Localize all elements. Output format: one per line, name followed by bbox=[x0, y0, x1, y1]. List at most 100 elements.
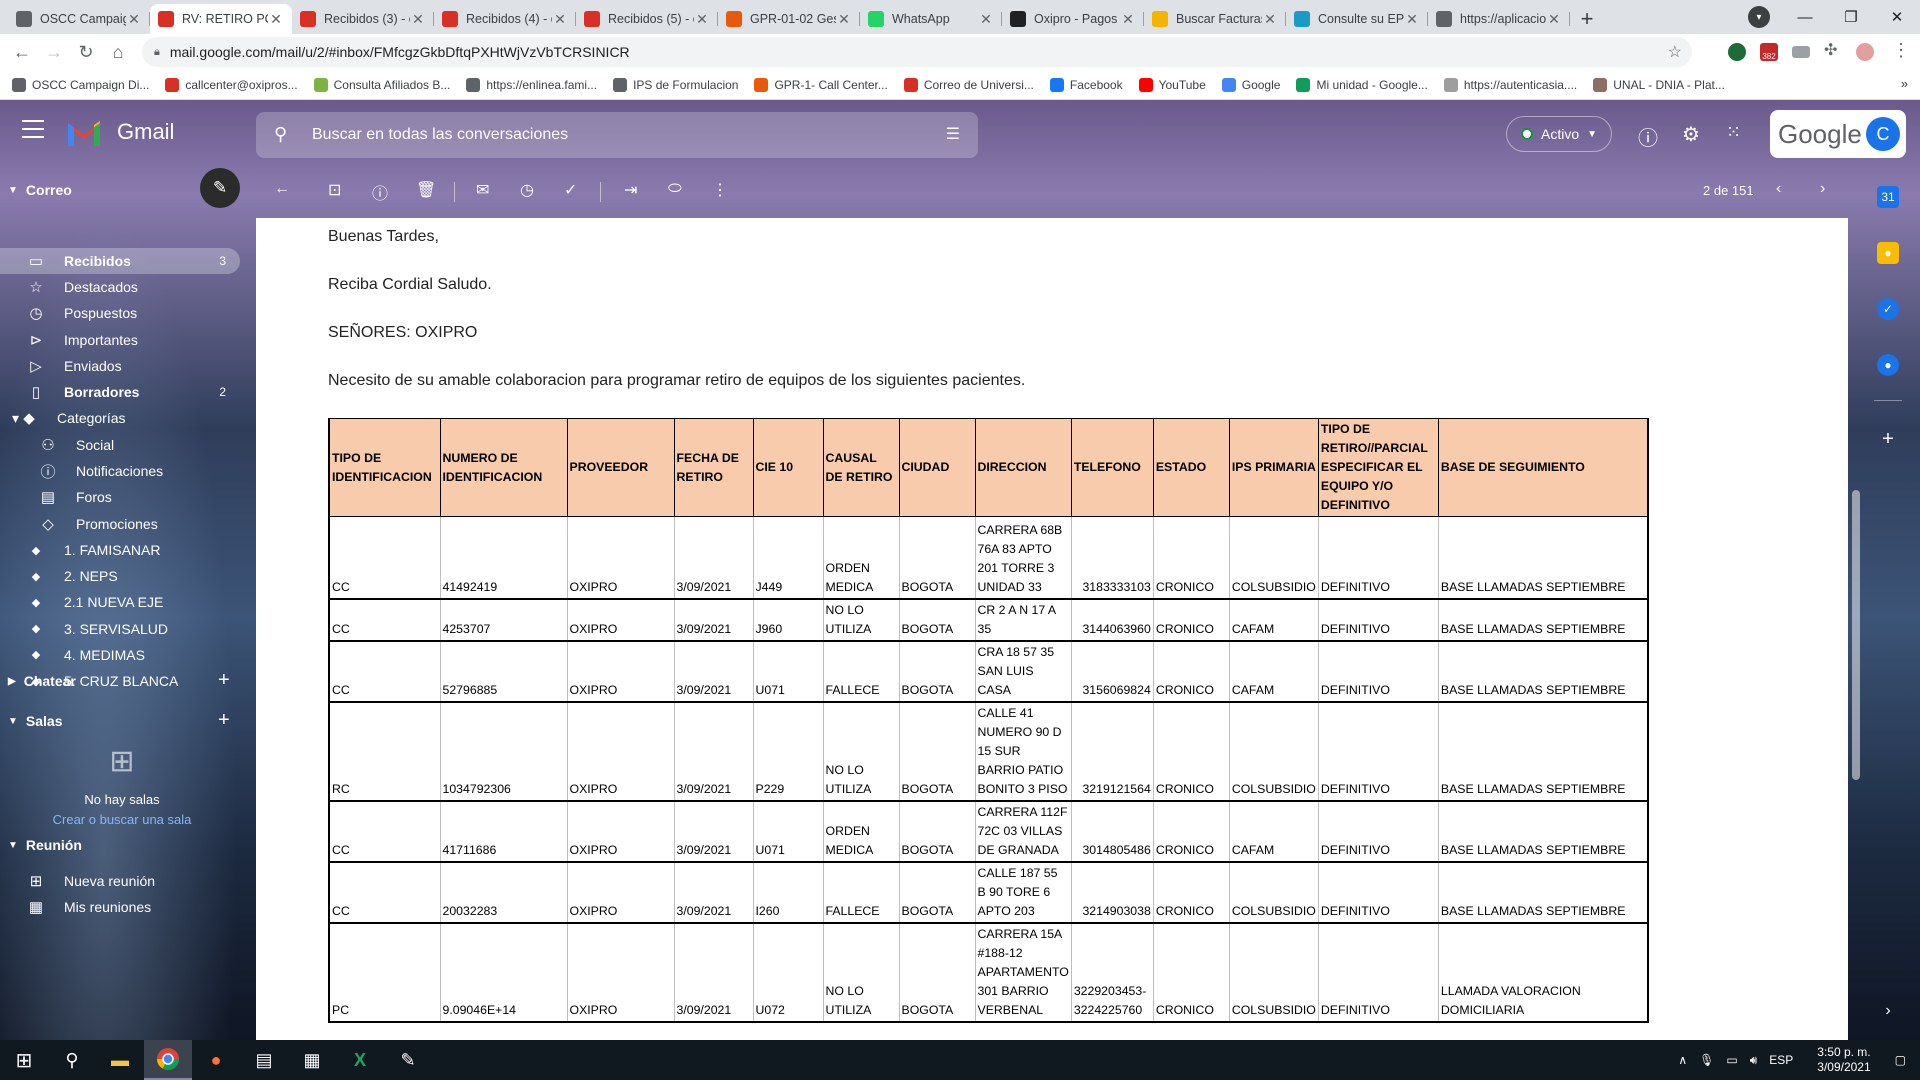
new-tab-button[interactable]: + bbox=[1570, 4, 1604, 34]
close-tab-icon[interactable]: ✕ bbox=[694, 11, 710, 28]
calendar-icon[interactable]: 31 bbox=[1877, 186, 1899, 208]
forward-icon[interactable]: → bbox=[38, 36, 70, 68]
chat-section-header[interactable]: ▶ Chatear bbox=[8, 673, 76, 689]
bookmark-item[interactable]: Correo de Universi... bbox=[903, 77, 1034, 92]
browser-tab[interactable]: Recibidos (4) - c ✕ bbox=[434, 4, 576, 34]
close-tab-icon[interactable]: ✕ bbox=[410, 11, 426, 28]
close-tab-icon[interactable]: ✕ bbox=[268, 11, 284, 28]
meet-item[interactable]: ▦ Mis reuniones bbox=[0, 894, 240, 920]
search-icon[interactable]: ⚲ bbox=[274, 124, 287, 145]
more-options-icon[interactable]: ⋮ bbox=[712, 180, 728, 200]
firefox-icon[interactable]: ● bbox=[192, 1040, 240, 1080]
bookmark-item[interactable]: callcenter@oxipros... bbox=[165, 77, 298, 92]
gmail-logo-icon[interactable] bbox=[66, 119, 102, 146]
chevron-up-icon[interactable]: ∧ bbox=[1678, 1053, 1687, 1067]
pen-app-icon[interactable]: ✎ bbox=[384, 1040, 432, 1080]
file-explorer-icon[interactable]: ▬ bbox=[96, 1040, 144, 1080]
expand-panel-icon[interactable]: › bbox=[1877, 1000, 1899, 1022]
bookmark-item[interactable]: Consulta Afiliados B... bbox=[313, 77, 450, 92]
sidebar-item-enviados[interactable]: ▷ Enviados bbox=[0, 353, 240, 379]
tasks-icon[interactable]: ✓ bbox=[1877, 298, 1899, 320]
app-icon[interactable]: ▤ bbox=[240, 1040, 288, 1080]
scrollbar[interactable] bbox=[1852, 490, 1860, 780]
chrome-menu-icon[interactable]: ⋮ bbox=[1892, 40, 1910, 61]
bookmark-item[interactable]: OSCC Campaign Di... bbox=[12, 77, 149, 92]
network-icon[interactable]: ▭ bbox=[1726, 1053, 1737, 1067]
find-room-link[interactable]: Crear o buscar una sala bbox=[0, 812, 244, 827]
address-bar[interactable]: 🔒︎ mail.google.com/mail/u/2/#inbox/FMfcg… bbox=[142, 37, 1692, 67]
windows-start-icon[interactable]: ⊞ bbox=[0, 1040, 48, 1080]
search-bar[interactable]: ⚲ Buscar en todas las conversaciones ☰ bbox=[256, 112, 978, 158]
notifications-icon[interactable]: ▢ bbox=[1895, 1053, 1906, 1067]
add-addon-icon[interactable]: + bbox=[1877, 428, 1899, 450]
more-bookmarks-button[interactable]: » bbox=[1901, 76, 1908, 91]
category-item[interactable]: ▤ Foros bbox=[0, 484, 240, 510]
sidebar-item-borradores[interactable]: ▯ Borradores 2 bbox=[0, 379, 240, 405]
browser-tab[interactable]: WhatsApp ✕ bbox=[860, 4, 1002, 34]
sidebar-item-importantes[interactable]: ⊳ Importantes bbox=[0, 327, 240, 353]
label-item[interactable]: ◆ 2.1 NUEVA EJE bbox=[0, 589, 240, 615]
browser-tab[interactable]: RV: RETIRO POR✕ bbox=[150, 4, 292, 34]
status-selector[interactable]: Activo ▼ bbox=[1506, 116, 1613, 152]
category-item[interactable]: ◇ Promociones bbox=[0, 511, 240, 537]
keep-icon[interactable]: ● bbox=[1877, 242, 1899, 264]
extension-icon[interactable] bbox=[1728, 43, 1746, 61]
minimize-icon[interactable]: — bbox=[1782, 0, 1828, 34]
clock[interactable]: 3:50 p. m. 3/09/2021 bbox=[1811, 1045, 1876, 1075]
sidebar-item-pospuestos[interactable]: ◷ Pospuestos bbox=[0, 300, 240, 326]
google-account-button[interactable]: Google C bbox=[1770, 110, 1906, 158]
mark-unread-icon[interactable]: ✉ bbox=[476, 180, 489, 200]
new-chat-icon[interactable]: + bbox=[218, 669, 230, 692]
meet-item[interactable]: ⊞ Nueva reunión bbox=[0, 868, 240, 894]
bookmark-item[interactable]: Mi unidad - Google... bbox=[1296, 77, 1428, 92]
label-item[interactable]: ◆ 3. SERVISALUD bbox=[0, 616, 240, 642]
sidebar-item-categorias[interactable]: ▾ ◆ Categorías bbox=[0, 405, 240, 431]
bookmark-item[interactable]: Facebook bbox=[1049, 77, 1123, 92]
search-options-icon[interactable]: ☰ bbox=[946, 124, 960, 144]
search-icon[interactable]: ⚲ bbox=[48, 1040, 96, 1080]
bookmark-item[interactable]: GPR-1- Call Center... bbox=[754, 77, 888, 92]
snooze-icon[interactable]: ◷ bbox=[520, 180, 534, 200]
close-tab-icon[interactable]: ✕ bbox=[552, 11, 568, 28]
move-to-icon[interactable]: ⇥ bbox=[624, 180, 637, 200]
close-tab-icon[interactable]: ✕ bbox=[1262, 11, 1278, 28]
category-item[interactable]: ⚇ Social bbox=[0, 432, 240, 458]
new-room-icon[interactable]: + bbox=[218, 709, 230, 732]
label-item[interactable]: ◆ 2. NEPS bbox=[0, 563, 240, 589]
volume-icon[interactable]: 🔊︎ bbox=[1750, 1053, 1758, 1068]
contacts-icon[interactable]: ● bbox=[1877, 354, 1899, 376]
search-input[interactable]: Buscar en todas las conversaciones bbox=[312, 126, 568, 144]
reload-icon[interactable]: ↻ bbox=[70, 36, 102, 68]
sidebar-item-destacados[interactable]: ☆ Destacados bbox=[0, 274, 240, 300]
compose-button[interactable]: ✎ bbox=[200, 168, 240, 208]
close-tab-icon[interactable]: ✕ bbox=[978, 11, 994, 28]
language-indicator[interactable]: ESP bbox=[1769, 1053, 1793, 1067]
lock-icon[interactable]: 🔒︎ bbox=[154, 46, 160, 59]
close-window-icon[interactable]: ✕ bbox=[1874, 0, 1920, 34]
browser-tab[interactable]: Recibidos (3) - c ✕ bbox=[292, 4, 434, 34]
apps-grid-icon[interactable]: ⁙ bbox=[1726, 122, 1741, 143]
browser-tab[interactable]: Buscar Facturas ✕ bbox=[1144, 4, 1286, 34]
browser-tab[interactable]: https://aplicacio ✕ bbox=[1428, 4, 1570, 34]
bookmark-item[interactable]: Google bbox=[1221, 77, 1280, 92]
back-to-inbox-icon[interactable]: ← bbox=[274, 180, 290, 198]
extension-icon[interactable] bbox=[1792, 46, 1810, 58]
delete-icon[interactable]: 🗑︎ bbox=[416, 180, 436, 200]
browser-tab[interactable]: OSCC Campaign✕ bbox=[8, 4, 150, 34]
bookmark-item[interactable]: https://autenticasia.... bbox=[1443, 77, 1577, 92]
rooms-section-header[interactable]: ▼ Salas bbox=[8, 713, 63, 729]
bookmark-item[interactable]: UNAL - DNIA - Plat... bbox=[1593, 77, 1725, 92]
profile-avatar-icon[interactable] bbox=[1856, 43, 1874, 61]
chrome-taskbar-icon[interactable] bbox=[144, 1040, 192, 1080]
browser-tab[interactable]: GPR-01-02 Gest ✕ bbox=[718, 4, 860, 34]
browser-tab[interactable]: Oxipro - Pagos ✕ bbox=[1002, 4, 1144, 34]
browser-tab[interactable]: Recibidos (5) - c ✕ bbox=[576, 4, 718, 34]
puzzle-icon[interactable]: ✣ bbox=[1824, 40, 1842, 59]
newer-message-icon[interactable]: ‹ bbox=[1776, 180, 1781, 198]
mail-section-header[interactable]: ▼ Correo bbox=[8, 182, 72, 198]
meet-section-header[interactable]: ▼ Reunión bbox=[8, 837, 82, 853]
avatar[interactable]: C bbox=[1866, 117, 1900, 151]
bookmark-item[interactable]: YouTube bbox=[1138, 77, 1206, 92]
label-item[interactable]: ◆ 1. FAMISANAR bbox=[0, 537, 240, 563]
help-icon[interactable]: ⓘ bbox=[1638, 122, 1658, 151]
